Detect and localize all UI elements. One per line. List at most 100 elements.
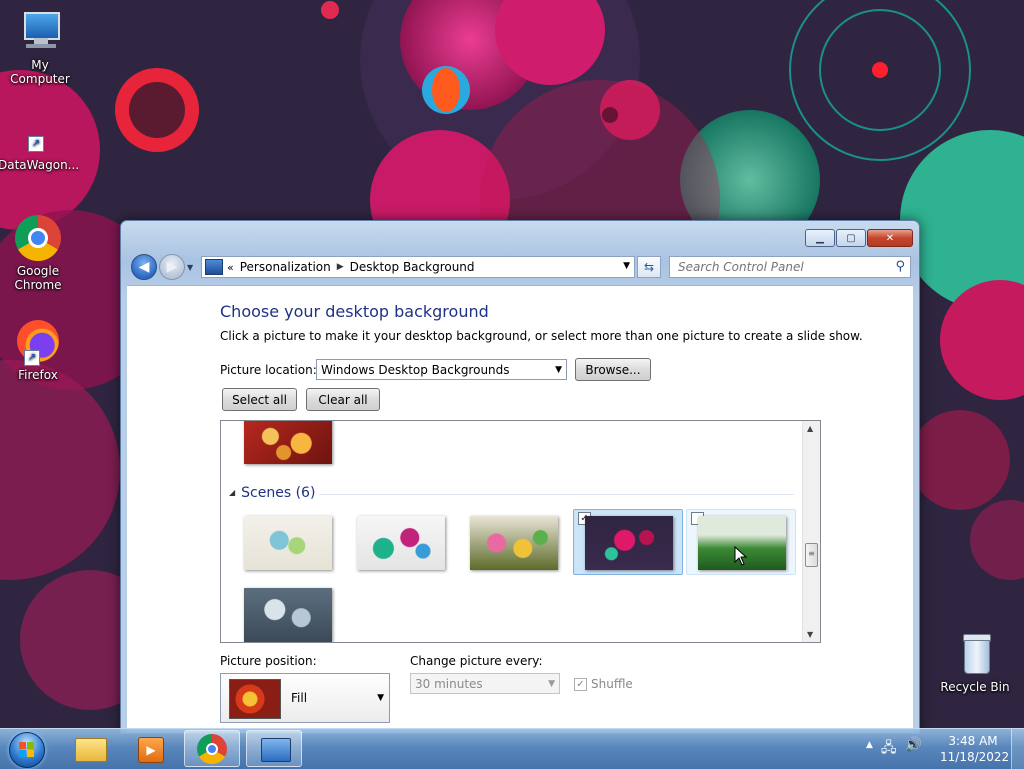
- scene-thumbnail-4[interactable]: ✓: [573, 509, 683, 575]
- select-all-button[interactable]: Select all: [222, 388, 297, 411]
- position-preview-image: [229, 679, 281, 719]
- notification-area: ▲ 🖧 🔊: [866, 737, 922, 761]
- clock-date: 11/18/2022: [940, 750, 1010, 764]
- minimize-icon: ▁: [816, 232, 824, 244]
- caption-buttons: ▁ ▢ ✕: [805, 229, 913, 247]
- chrome-icon: [14, 214, 62, 262]
- breadcrumb-desktop-background[interactable]: Desktop Background: [350, 260, 475, 274]
- show-desktop-button[interactable]: [1011, 729, 1024, 769]
- desktop-icon-label: Firefox: [18, 368, 58, 382]
- breadcrumb-separator-icon[interactable]: ▶: [337, 262, 344, 272]
- desktop-background-window: ▁ ▢ ✕ ◀ ▶ ▼ « Personalization ▶ Desktop …: [120, 220, 920, 734]
- shortcut-arrow-icon: ↗: [24, 350, 40, 366]
- scene-thumbnail-1[interactable]: [232, 509, 342, 575]
- browse-button[interactable]: Browse...: [575, 358, 651, 381]
- picture-location-select[interactable]: Windows Desktop Backgrounds ▼: [316, 359, 567, 380]
- address-bar[interactable]: « Personalization ▶ Desktop Background ▼: [201, 256, 635, 278]
- shortcut-icon: ↗: [14, 120, 62, 156]
- search-box[interactable]: ⚲: [669, 256, 911, 278]
- desktop-icon-label: Recycle Bin: [940, 680, 1010, 694]
- chevron-down-icon: ▼: [548, 679, 555, 689]
- search-input[interactable]: [676, 259, 890, 275]
- maximize-icon: ▢: [846, 232, 856, 244]
- show-hidden-icons-button[interactable]: ▲: [866, 740, 873, 761]
- search-icon[interactable]: ⚲: [895, 259, 905, 274]
- desktop-icon-label: DataWagon...: [0, 158, 80, 172]
- chevron-down-icon: ▼: [377, 693, 384, 703]
- scene-thumbnail-2[interactable]: [345, 509, 455, 575]
- group-name: Scenes: [241, 485, 292, 501]
- computer-icon: [16, 8, 64, 56]
- thumbnail-image: [470, 516, 558, 570]
- start-button[interactable]: [4, 729, 48, 769]
- change-picture-every-value: 30 minutes: [415, 676, 483, 691]
- chevron-down-icon: ▼: [555, 365, 562, 375]
- shortcut-arrow-icon: ↗: [28, 136, 44, 152]
- page-subtitle: Click a picture to make it your desktop …: [220, 329, 863, 343]
- thumbnail-image: [357, 516, 445, 570]
- scene-thumbnail-6[interactable]: [232, 581, 342, 642]
- picture-position-label: Picture position:: [220, 654, 317, 668]
- scroll-up-icon[interactable]: ▲: [807, 424, 813, 433]
- desktop-icon-firefox[interactable]: ↗ Firefox: [0, 318, 78, 382]
- breadcrumb-overflow-icon[interactable]: «: [227, 261, 234, 274]
- network-icon[interactable]: 🖧: [881, 737, 897, 761]
- scrollbar-thumb[interactable]: ≡: [805, 543, 818, 567]
- change-picture-every-label: Change picture every:: [410, 654, 543, 668]
- desktop-icon-my-computer[interactable]: My Computer: [0, 8, 80, 86]
- folder-icon: [75, 738, 107, 762]
- gallery-scrollbar[interactable]: ▲ ≡ ▼: [802, 421, 820, 642]
- maximize-button[interactable]: ▢: [836, 229, 866, 247]
- picture-position-value: Fill: [291, 691, 308, 705]
- picture-position-select[interactable]: Fill ▼: [220, 673, 390, 723]
- thumbnail-image: [244, 421, 332, 464]
- back-button[interactable]: ◀: [131, 254, 157, 280]
- desktop-icon-label: Google Chrome: [14, 264, 62, 292]
- collapse-triangle-icon[interactable]: ◢: [229, 488, 235, 497]
- taskbar-google-chrome[interactable]: [184, 730, 240, 767]
- breadcrumb-personalization[interactable]: Personalization: [240, 260, 331, 274]
- volume-icon[interactable]: 🔊: [905, 737, 922, 761]
- change-picture-every-select[interactable]: 30 minutes ▼: [410, 673, 560, 694]
- desktop-icon-label: My Computer: [10, 58, 70, 86]
- background-gallery[interactable]: ◢ Scenes (6) ✓: [220, 420, 821, 643]
- media-player-icon: ▶: [138, 737, 164, 763]
- group-divider: [319, 494, 794, 495]
- gallery-group-header[interactable]: ◢ Scenes (6): [229, 485, 315, 501]
- close-icon: ✕: [885, 232, 895, 244]
- gallery-item-previous[interactable]: [232, 421, 342, 479]
- scene-thumbnail-3[interactable]: [458, 509, 568, 575]
- taskbar-control-panel[interactable]: [246, 730, 302, 767]
- picture-location-value: Windows Desktop Backgrounds: [321, 362, 510, 377]
- taskbar-file-explorer[interactable]: [62, 730, 118, 767]
- control-panel-icon: [261, 738, 291, 762]
- address-dropdown-icon[interactable]: ▼: [623, 261, 630, 271]
- clear-all-button[interactable]: Clear all: [306, 388, 380, 411]
- taskbar: ▶ ▲ 🖧 🔊 3:48 AM 11/18/2022: [0, 728, 1024, 769]
- recent-pages-dropdown[interactable]: ▼: [187, 263, 193, 272]
- scroll-down-icon[interactable]: ▼: [807, 630, 813, 639]
- forward-arrow-icon: ▶: [166, 259, 178, 275]
- refresh-icon: ⇆: [643, 260, 655, 274]
- thumbnail-image: [244, 516, 332, 570]
- forward-button[interactable]: ▶: [159, 254, 185, 280]
- back-arrow-icon: ◀: [138, 259, 150, 275]
- group-count: (6): [295, 485, 316, 501]
- windows-flag-icon: [19, 742, 35, 758]
- desktop-icon-datawagon[interactable]: ↗ DataWagon...: [0, 120, 80, 172]
- desktop-icon-recycle-bin[interactable]: Recycle Bin: [935, 630, 1015, 694]
- close-button[interactable]: ✕: [867, 229, 913, 247]
- minimize-button[interactable]: ▁: [805, 229, 835, 247]
- control-panel-icon: [205, 259, 223, 275]
- picture-location-label: Picture location:: [220, 363, 317, 377]
- recycle-bin-icon: [951, 630, 999, 678]
- system-clock[interactable]: 3:48 AM 11/18/2022: [940, 733, 1010, 765]
- chrome-icon: [197, 734, 227, 764]
- windows-orb-icon: [9, 732, 45, 768]
- shuffle-checkbox[interactable]: ✓ Shuffle: [574, 677, 633, 691]
- navigation-bar: ◀ ▶ ▼ « Personalization ▶ Desktop Backgr…: [129, 254, 911, 280]
- refresh-button[interactable]: ⇆: [637, 256, 661, 278]
- desktop-icon-google-chrome[interactable]: Google Chrome: [0, 214, 78, 292]
- taskbar-media-player[interactable]: ▶: [122, 730, 178, 767]
- page-title: Choose your desktop background: [220, 302, 489, 321]
